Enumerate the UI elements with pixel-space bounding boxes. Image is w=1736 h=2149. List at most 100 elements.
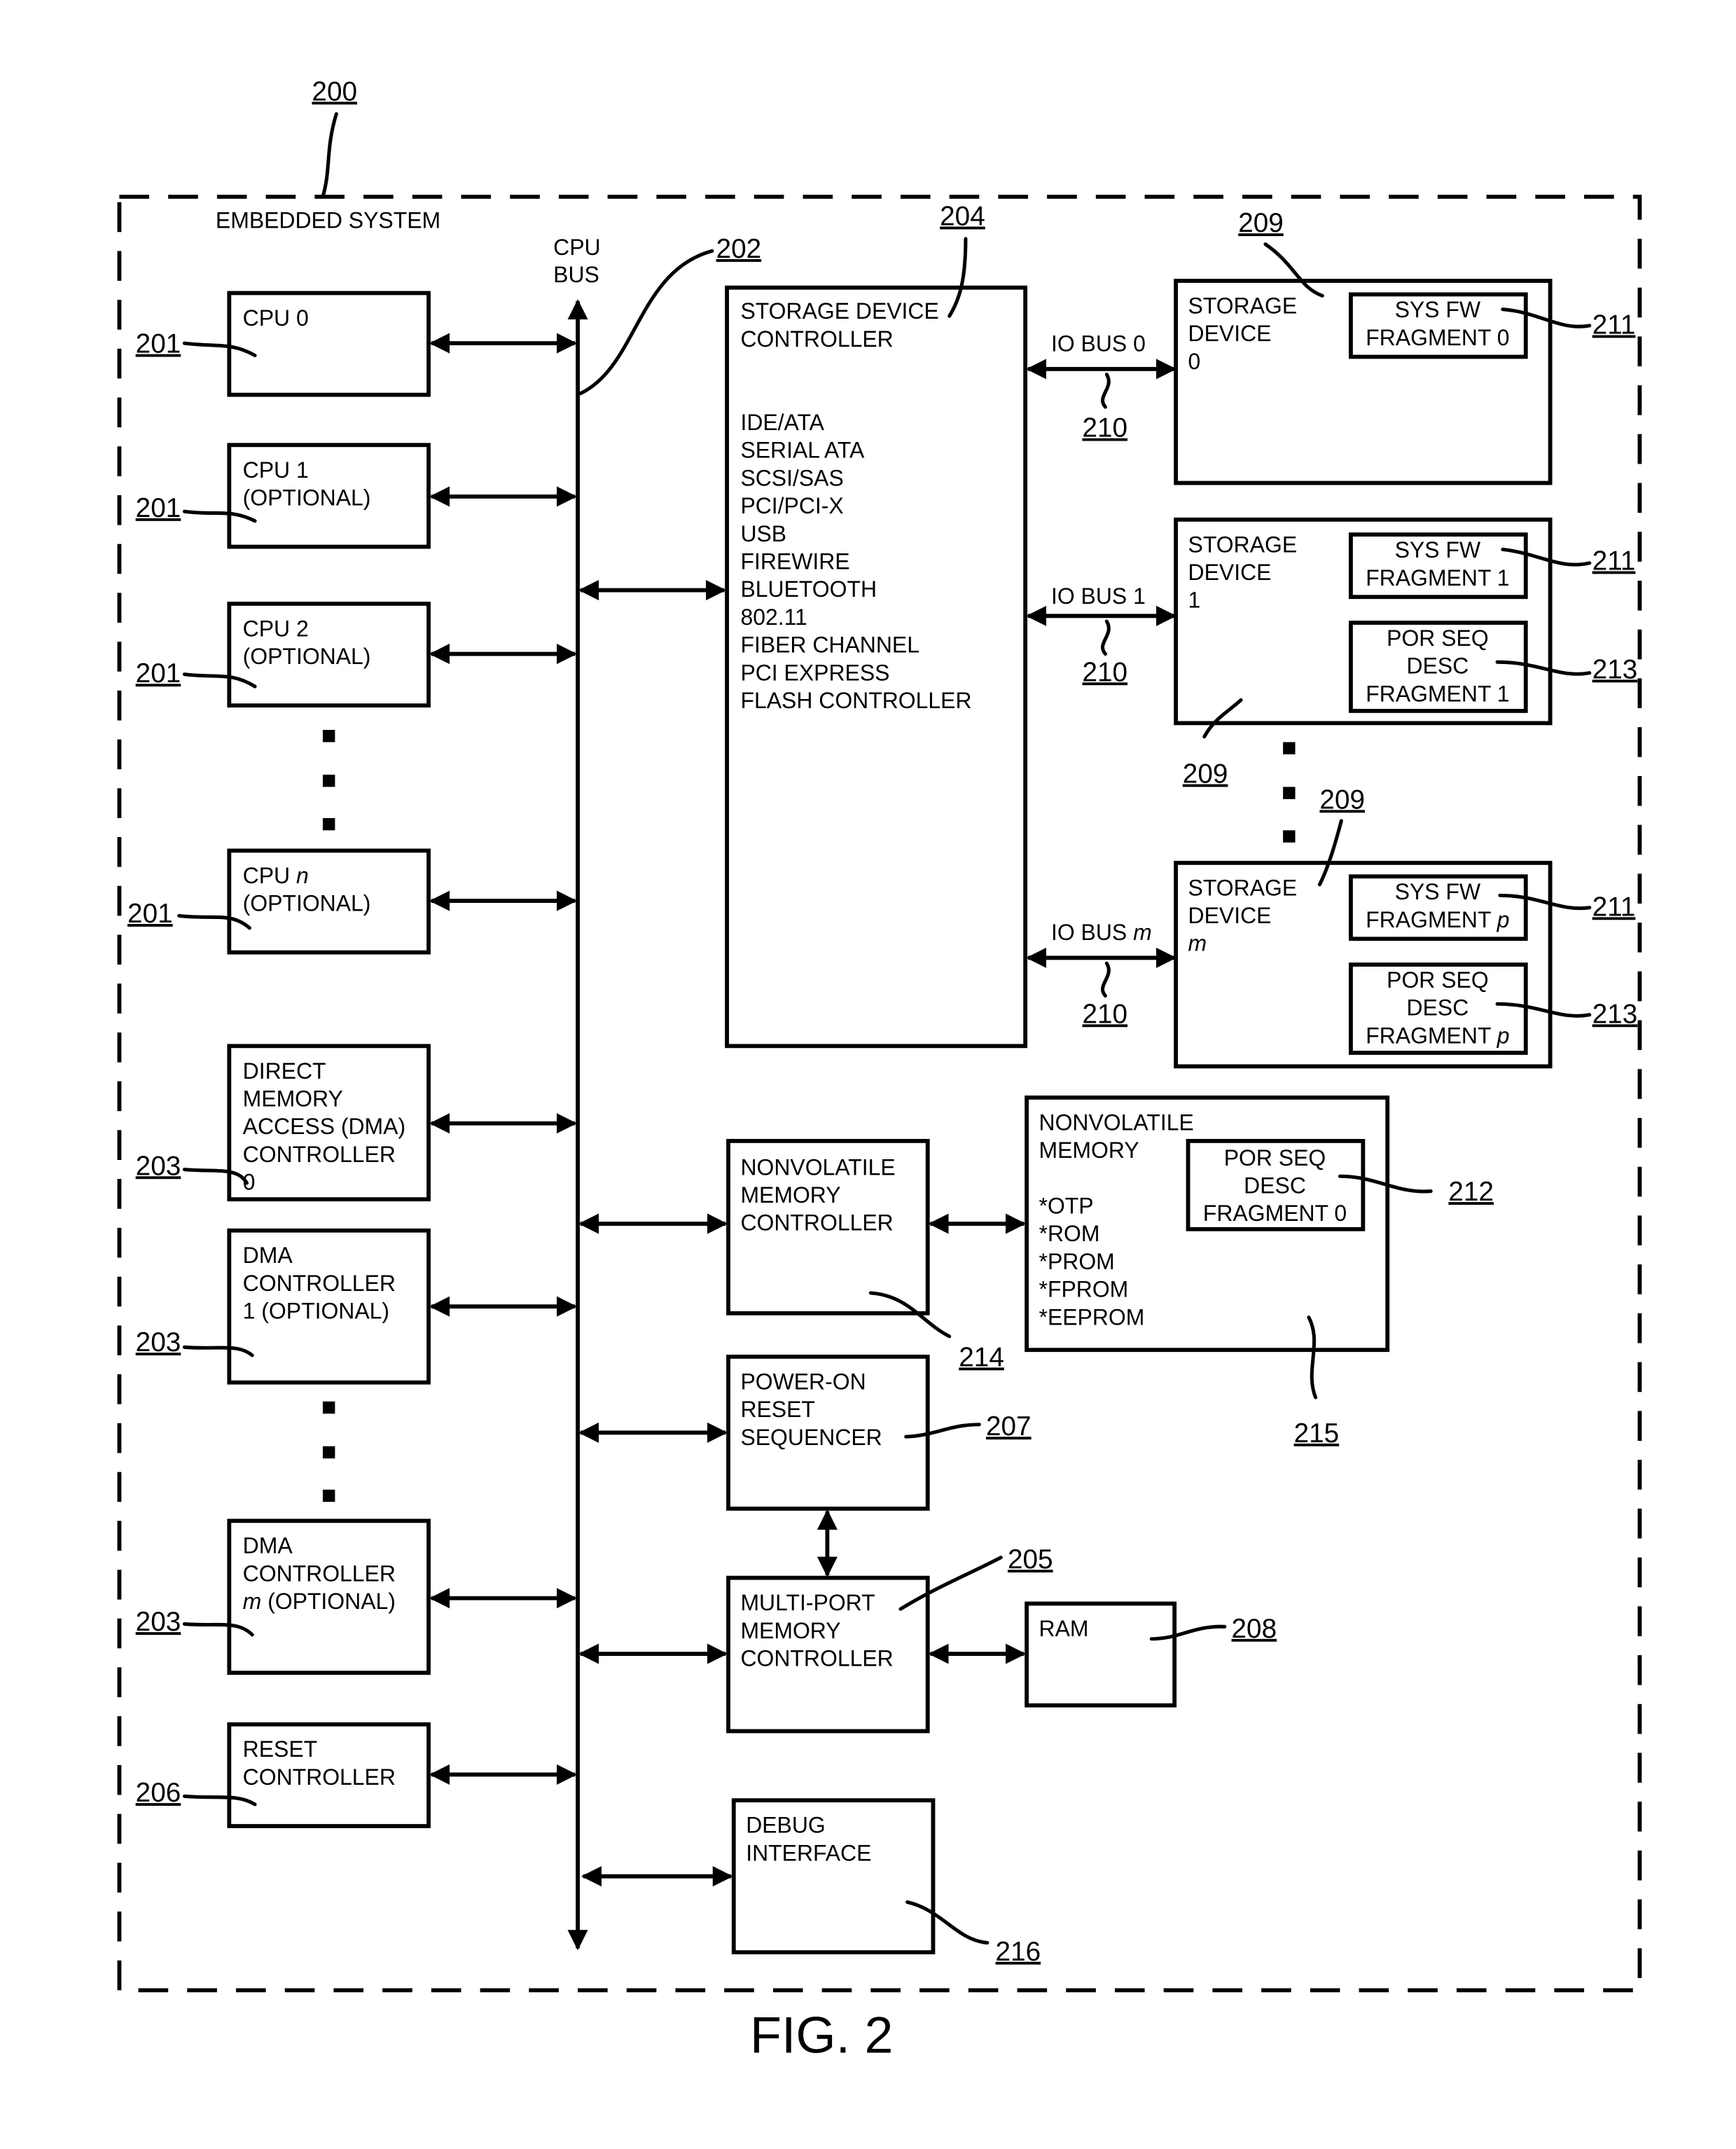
ram-label-line: RAM [1039, 1616, 1089, 1641]
block-dmam: DMACONTROLLER m (OPTIONAL) 203 [136, 1519, 578, 1675]
storage-device-label-line: 0 [1188, 349, 1201, 374]
ellipsis-dot [1283, 787, 1296, 799]
por-seq-desc-fragment-label-line: DESC [1407, 995, 1469, 1021]
por-seq-desc-fragment-label-line: DESC [1407, 654, 1469, 679]
block-dma0: DIRECTMEMORYACCESS (DMA)CONTROLLER0203 [136, 1044, 578, 1202]
ellipsis-dot [322, 1401, 335, 1414]
nvm-controller-ref: 214 [959, 1342, 1004, 1372]
dmam-label-line: DMA [243, 1533, 293, 1559]
nvm-label-line: *EEPROM [1039, 1304, 1145, 1329]
mem-controller-label-line: CONTROLLER [740, 1645, 893, 1671]
storage-device-controller: STORAGE DEVICECONTROLLER IDE/ATA SERIAL AT… [578, 202, 1028, 1049]
io-bus-ref: 210 [1083, 657, 1128, 687]
dma1-ref: 203 [136, 1327, 181, 1357]
nvm-label-line: NONVOLATILE [1039, 1110, 1194, 1135]
io-bus-ref: 210 [1083, 999, 1128, 1029]
io-bus-label: IO BUS 1 [1051, 583, 1146, 609]
system-ref-leader [321, 112, 338, 199]
storage-device-label-line: m [1188, 931, 1207, 956]
sys-fw-fragment-ref: 211 [1592, 546, 1636, 576]
storage-device-ref: 209 [1183, 759, 1228, 789]
reset-label-line: CONTROLLER [243, 1764, 396, 1790]
por-seq-desc-fragment-label-line: POR SEQ [1387, 626, 1489, 651]
storage-device-1: STORAGE DEVICE 1 209 SYS FW FRAGMENT 1 211 POR … [1174, 517, 1638, 789]
cpu1-ref: 201 [136, 493, 181, 523]
system-label: EMBEDDED SYSTEM [216, 207, 440, 233]
system-ref: 200 [312, 76, 357, 106]
por-seq-desc-fragment-ref: 213 [1592, 654, 1638, 684]
storage-controller-ref: 204 [940, 202, 985, 232]
dma1-label-line: DMA [243, 1243, 293, 1268]
ellipsis-dot [322, 1446, 335, 1459]
mem-controller-label-line: MULTI-PORT [740, 1590, 875, 1615]
storage-device-label-line: STORAGE [1188, 875, 1298, 900]
dma0-ref: 203 [136, 1151, 181, 1181]
sys-fw-fragment-label-line: SYS FW [1395, 879, 1481, 904]
sys-fw-fragment-ref: 211 [1592, 310, 1636, 340]
por-seq-desc-fragment-label-line: POR SEQ [1387, 967, 1489, 993]
debug-interface-label-line: INTERFACE [746, 1840, 871, 1865]
io-bus-ref-leader [1101, 373, 1111, 409]
debug-ref: 216 [996, 1937, 1041, 1967]
storage-controller-interface-line: FIBER CHANNEL [740, 633, 919, 658]
embedded-system-diagram: 200 EMBEDDED SYSTEM CPU BUS 202 CPU 0 201… [117, 76, 1642, 2064]
nonvolatile-memory-controller: NONVOLATILEMEMORYCONTROLLER 214 [578, 1139, 1027, 1372]
ram: RAM 208 [1025, 1601, 1277, 1708]
cpu0-label-line: CPU 0 [243, 305, 309, 331]
nvm-label-line: *ROM [1039, 1221, 1100, 1246]
cpu1-label-line: (OPTIONAL) [243, 485, 371, 510]
dma0-label-line: ACCESS (DMA) [243, 1114, 405, 1139]
storage-device-label-line: 1 [1188, 588, 1201, 613]
storage-device-ref: 209 [1319, 785, 1365, 815]
por-sequencer-label-line: SEQUENCER [740, 1425, 882, 1450]
reset-label-line: RESET [243, 1736, 317, 1762]
storage-controller-interface-line: PCI/PCI-X [740, 493, 843, 518]
por-seq-desc-fragment-label-line: FRAGMENT p [1366, 1023, 1509, 1048]
sys-fw-fragment-label-line: SYS FW [1395, 297, 1481, 322]
storage-controller-interface-line: BLUETOOTH [740, 576, 877, 602]
debug-interface: DEBUGINTERFACE 216 [581, 1798, 1041, 1967]
block-cpu1: CPU 1(OPTIONAL) 201 [136, 443, 578, 549]
storage-device-2: STORAGE DEVICE m 209 SYS FW FRAGMENT p 211 POR … [1174, 785, 1637, 1069]
storage-controller-title-line: STORAGE DEVICE [740, 298, 938, 324]
ellipsis-dot [1283, 742, 1296, 754]
por-sequencer-label-line: POWER-ON [740, 1369, 866, 1394]
nvm-label-line: *FPROM [1039, 1277, 1129, 1302]
block-dma1: DMA CONTROLLER 1 (OPTIONAL) 203 [136, 1228, 578, 1385]
io-bus-label: IO BUS 0 [1051, 331, 1146, 357]
storage-controller-interface-line: SCSI/SAS [740, 465, 843, 490]
nvm-por-fragment-label-line: POR SEQ [1224, 1145, 1326, 1170]
cpun-label-line: CPU n [243, 863, 309, 888]
nvm-label-line: MEMORY [1039, 1138, 1139, 1163]
block-cpun: CPU n (OPTIONAL) 201 [127, 848, 578, 955]
storage-controller-interface-line: USB [740, 521, 786, 546]
power-on-reset-sequencer: POWER-ON RESET SEQUENCER 207 [578, 1354, 1032, 1577]
dma0-label-line: MEMORY [243, 1086, 343, 1112]
ellipsis-dot [322, 1489, 335, 1502]
io-bus-2: IO BUS m 210 [1026, 920, 1177, 1029]
dma1-label-line: 1 (OPTIONAL) [243, 1299, 389, 1324]
sys-fw-fragment-label-line: FRAGMENT 1 [1366, 565, 1509, 590]
dmam-label-line: m (OPTIONAL) [243, 1589, 396, 1614]
bus-label-line1: CPU [553, 235, 600, 260]
storage-controller-interface-line: PCI EXPRESS [740, 660, 889, 685]
storage-device-label-line: STORAGE [1188, 293, 1298, 318]
dma0-label-line: CONTROLLER [243, 1142, 396, 1167]
sys-fw-fragment-label-line: SYS FW [1395, 537, 1481, 562]
mem-controller-ref: 205 [1008, 1545, 1053, 1575]
storage-controller-interface-line: FIREWIRE [740, 549, 849, 574]
storage-device-label-line: DEVICE [1188, 560, 1272, 585]
ram-ref: 208 [1232, 1614, 1277, 1644]
nvm-label-line: *OTP [1039, 1194, 1094, 1219]
io-bus-1: IO BUS 1 210 [1026, 583, 1177, 687]
por-sequencer-ref: 207 [986, 1411, 1032, 1442]
dma1-label-line: CONTROLLER [243, 1271, 396, 1296]
storage-device-ref: 209 [1238, 208, 1284, 238]
block-cpu0: CPU 0 201 [136, 291, 578, 397]
io-bus-label: IO BUS m [1051, 920, 1152, 945]
storage-device-0: STORAGE DEVICE 0 209 SYS FW FRAGMENT 0 211 [1174, 208, 1636, 485]
nonvolatile-memory: NONVOLATILE MEMORY *OTP*ROM *PROM *FPROM*EEP… [1025, 1096, 1494, 1449]
cpu2-label-line: CPU 2 [243, 616, 309, 641]
cpu2-ref: 201 [136, 658, 181, 689]
storage-controller-interface-line: 802.11 [740, 604, 807, 630]
